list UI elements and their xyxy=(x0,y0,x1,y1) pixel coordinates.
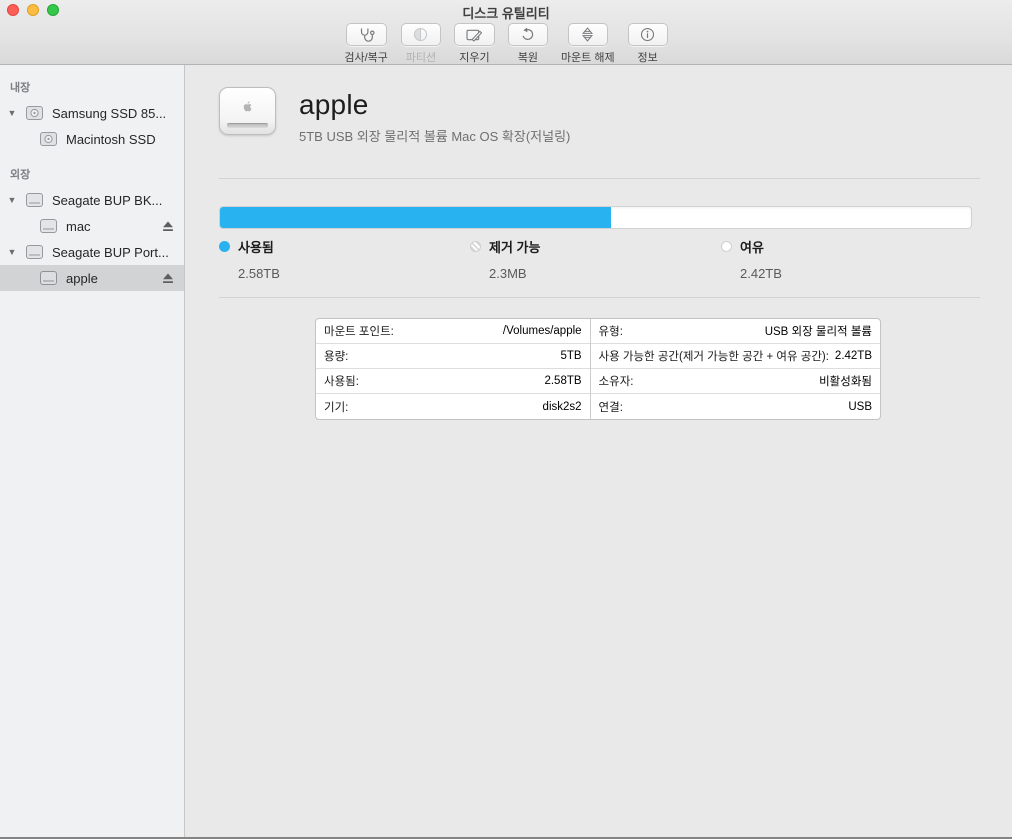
sidebar-item-seagate-bup-port[interactable]: ▼ Seagate BUP Port... xyxy=(0,239,184,265)
table-row: 사용 가능한 공간(제거 가능한 공간 + 여유 공간): 2.42TB xyxy=(591,344,880,369)
divider xyxy=(219,297,980,298)
sidebar-item-label: apple xyxy=(66,271,98,286)
eject-icon[interactable] xyxy=(162,221,174,232)
disclosure-triangle-icon[interactable]: ▼ xyxy=(6,247,18,257)
volume-details-table: 마운트 포인트: /Volumes/apple 용량: 5TB 사용됨: 2.5… xyxy=(315,318,881,420)
first-aid-button[interactable]: 검사/복구 xyxy=(344,23,388,65)
toolbar: 검사/복구 파티션 xyxy=(0,23,1012,65)
legend-item-free: 여유 2.42TB xyxy=(721,237,972,281)
external-volume-apple-icon xyxy=(219,87,276,135)
free-value: 2.42TB xyxy=(740,266,972,281)
table-row: 소유자: 비활성화됨 xyxy=(591,369,880,394)
volume-name: apple xyxy=(299,89,570,121)
usage-bar xyxy=(219,206,972,229)
erase-label: 지우기 xyxy=(459,49,489,65)
drive-slot xyxy=(227,123,268,128)
sidebar-item-samsung-ssd[interactable]: ▼ Samsung SSD 85... xyxy=(0,100,184,126)
partition-button[interactable]: 파티션 xyxy=(401,23,441,65)
table-row: 유형: USB 외장 물리적 볼륨 xyxy=(591,319,880,344)
partition-label: 파티션 xyxy=(406,49,436,65)
external-disk-icon xyxy=(40,271,57,285)
used-swatch-icon xyxy=(219,241,230,252)
usage-bar-used-segment xyxy=(220,207,611,228)
table-row: 기기: disk2s2 xyxy=(316,394,590,419)
purgeable-swatch-icon xyxy=(470,241,481,252)
erase-icon xyxy=(466,28,483,42)
table-row: 용량: 5TB xyxy=(316,344,590,369)
legend-item-purgeable: 제거 가능 2.3MB xyxy=(470,237,721,281)
table-row: 사용됨: 2.58TB xyxy=(316,369,590,394)
sidebar-item-apple[interactable]: apple xyxy=(0,265,184,291)
disclosure-triangle-icon[interactable]: ▼ xyxy=(6,108,18,118)
sidebar-section-external: 외장 xyxy=(10,166,184,182)
info-button[interactable]: 정보 xyxy=(628,23,668,65)
restore-label: 복원 xyxy=(518,49,538,65)
partition-pie-icon xyxy=(413,27,428,42)
sidebar: 내장 ▼ Samsung SSD 85... Macintosh SSD 외장 … xyxy=(0,65,185,837)
sidebar-item-label: Seagate BUP Port... xyxy=(52,245,169,260)
external-disk-icon xyxy=(26,245,43,259)
sidebar-section-internal: 내장 xyxy=(10,79,184,95)
sidebar-item-label: Seagate BUP BK... xyxy=(52,193,162,208)
internal-disk-icon xyxy=(40,132,57,146)
external-disk-icon xyxy=(40,219,57,233)
window-title: 디스크 유틸리티 xyxy=(0,3,1012,22)
unmount-eject-icon xyxy=(582,27,593,42)
sidebar-item-seagate-bup-bk[interactable]: ▼ Seagate BUP BK... xyxy=(0,187,184,213)
sidebar-item-label: Macintosh SSD xyxy=(66,132,156,147)
window-chrome: 디스크 유틸리티 검사/복구 xyxy=(0,0,1012,65)
main-content: apple 5TB USB 외장 물리적 볼륨 Mac OS 확장(저널링) 사… xyxy=(185,65,1012,837)
disclosure-triangle-icon[interactable]: ▼ xyxy=(6,195,18,205)
sidebar-item-macintosh-ssd[interactable]: Macintosh SSD xyxy=(0,126,184,152)
first-aid-stethoscope-icon xyxy=(358,27,375,42)
used-value: 2.58TB xyxy=(238,266,470,281)
legend-item-used: 사용됨 2.58TB xyxy=(219,237,470,281)
restore-undo-icon xyxy=(520,27,535,42)
info-label: 정보 xyxy=(637,49,657,65)
internal-disk-icon xyxy=(26,106,43,120)
first-aid-label: 검사/복구 xyxy=(344,49,388,65)
volume-description: 5TB USB 외장 물리적 볼륨 Mac OS 확장(저널링) xyxy=(299,126,570,145)
restore-button[interactable]: 복원 xyxy=(508,23,548,65)
unmount-label: 마운트 해제 xyxy=(561,49,615,65)
sidebar-item-label: Samsung SSD 85... xyxy=(52,106,166,121)
info-icon xyxy=(640,27,655,42)
divider xyxy=(219,178,980,179)
unmount-button[interactable]: 마운트 해제 xyxy=(561,23,615,65)
table-row: 연결: USB xyxy=(591,394,880,419)
external-disk-icon xyxy=(26,193,43,207)
sidebar-item-mac[interactable]: mac xyxy=(0,213,184,239)
table-row: 마운트 포인트: /Volumes/apple xyxy=(316,319,590,344)
usage-legend: 사용됨 2.58TB 제거 가능 2.3MB 여유 2.42TB xyxy=(219,237,972,281)
erase-button[interactable]: 지우기 xyxy=(454,23,495,65)
sidebar-item-label: mac xyxy=(66,219,91,234)
free-swatch-icon xyxy=(721,241,732,252)
eject-icon[interactable] xyxy=(162,273,174,284)
volume-header: apple 5TB USB 외장 물리적 볼륨 Mac OS 확장(저널링) xyxy=(219,87,570,145)
purgeable-value: 2.3MB xyxy=(489,266,721,281)
